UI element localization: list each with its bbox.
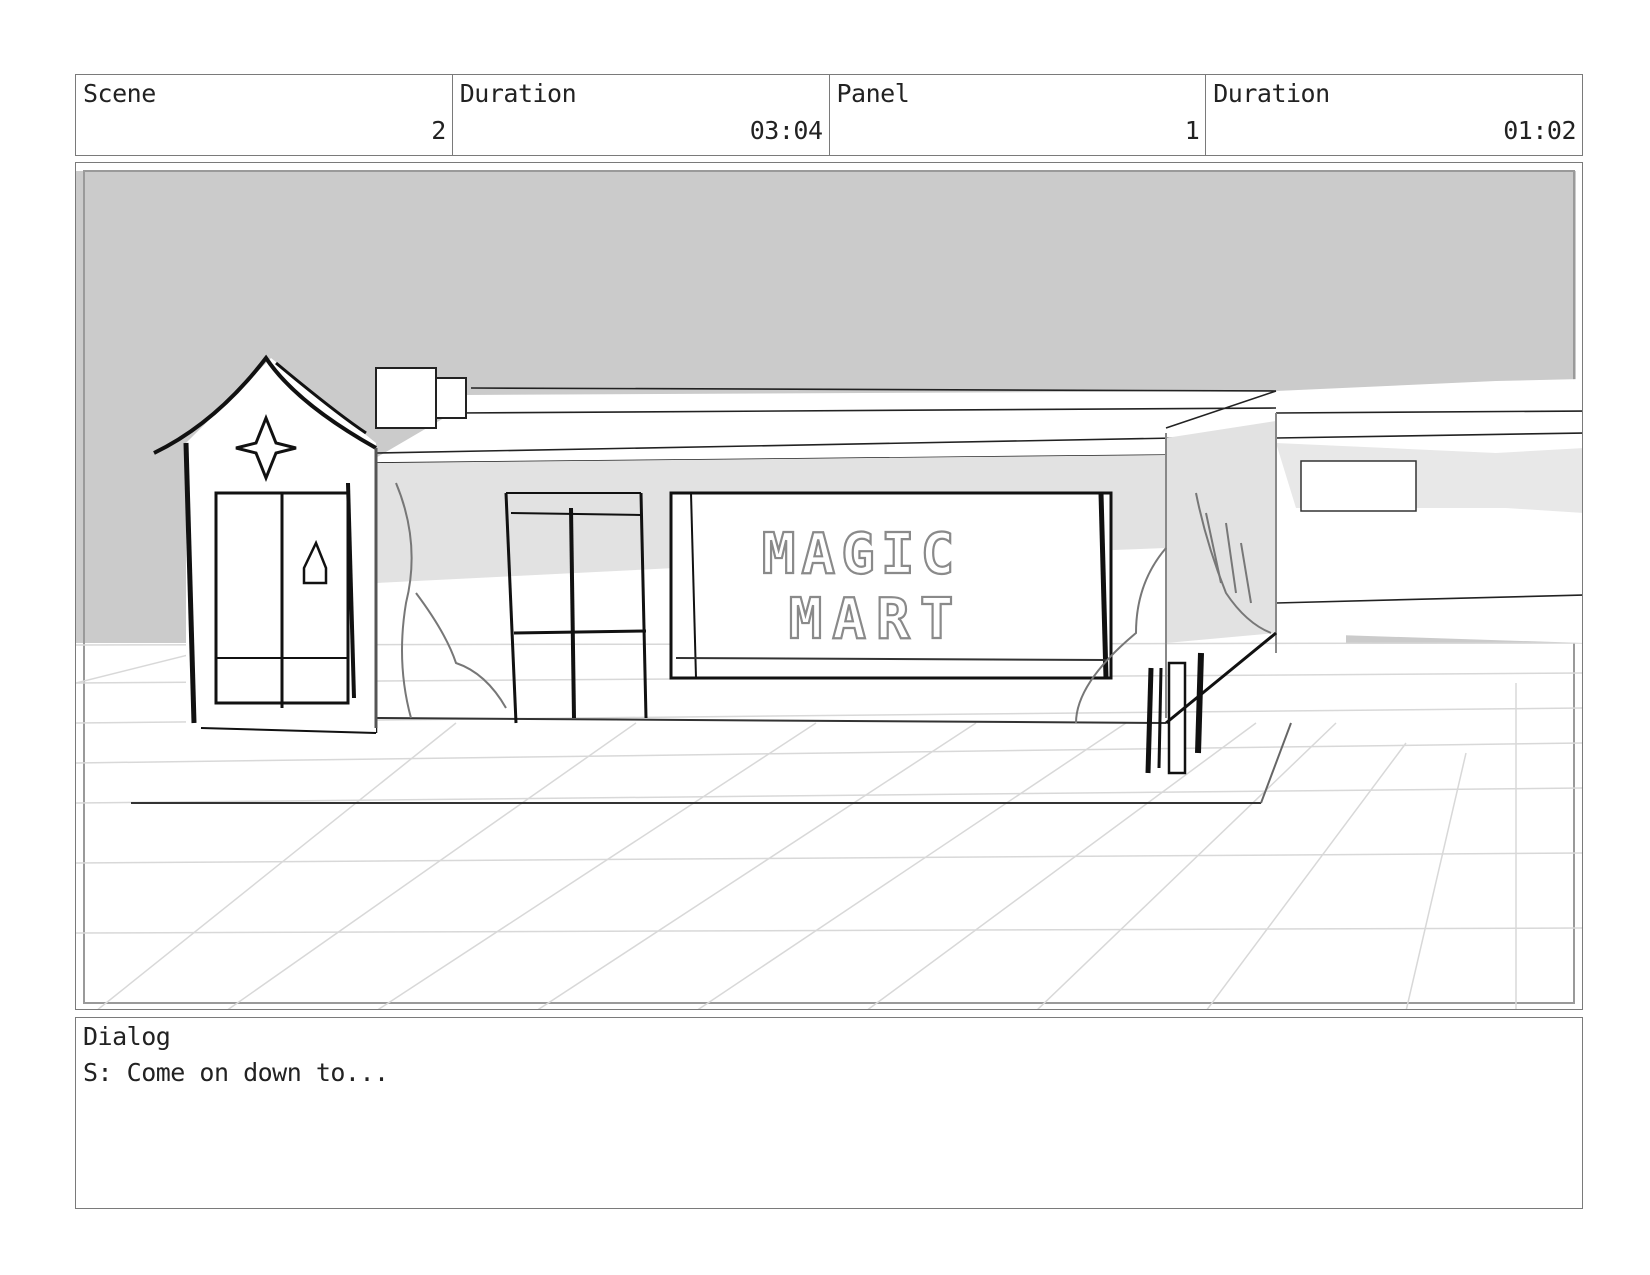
scene-duration-label: Duration [459,79,577,108]
roof-block [375,367,467,429]
scene-cell: Scene 2 [76,75,453,155]
panel-label: Panel [836,79,910,108]
dialog-label: Dialog [83,1022,171,1051]
right-window [1300,460,1417,512]
scene-duration-value: 03:04 [749,116,823,145]
storyboard-panel: MAGIC MART [75,162,1583,1010]
scene-label: Scene [83,79,156,108]
dialog-box: Dialog S: Come on down to... [75,1017,1583,1209]
sign-line-2: MART [789,587,964,652]
panel-duration-cell: Duration 01:02 [1206,75,1582,155]
scene-number: 2 [431,116,446,145]
dialog-text: S: Come on down to... [83,1058,389,1087]
panel-info-header: Scene 2 Duration 03:04 Panel 1 Duration … [75,74,1583,156]
panel-number: 1 [1184,116,1200,145]
storefront-sketch: MAGIC MART [76,163,1582,1009]
panel-duration-label: Duration [1213,79,1330,108]
sign-line-1: MAGIC [762,522,961,587]
sky-left [76,401,188,643]
scene-duration-cell: Duration 03:04 [453,75,830,155]
sky-band [76,171,1576,401]
side-wall-shade [1166,421,1276,643]
panel-cell: Panel 1 [830,75,1207,155]
panel-duration-value: 01:02 [1503,116,1576,145]
